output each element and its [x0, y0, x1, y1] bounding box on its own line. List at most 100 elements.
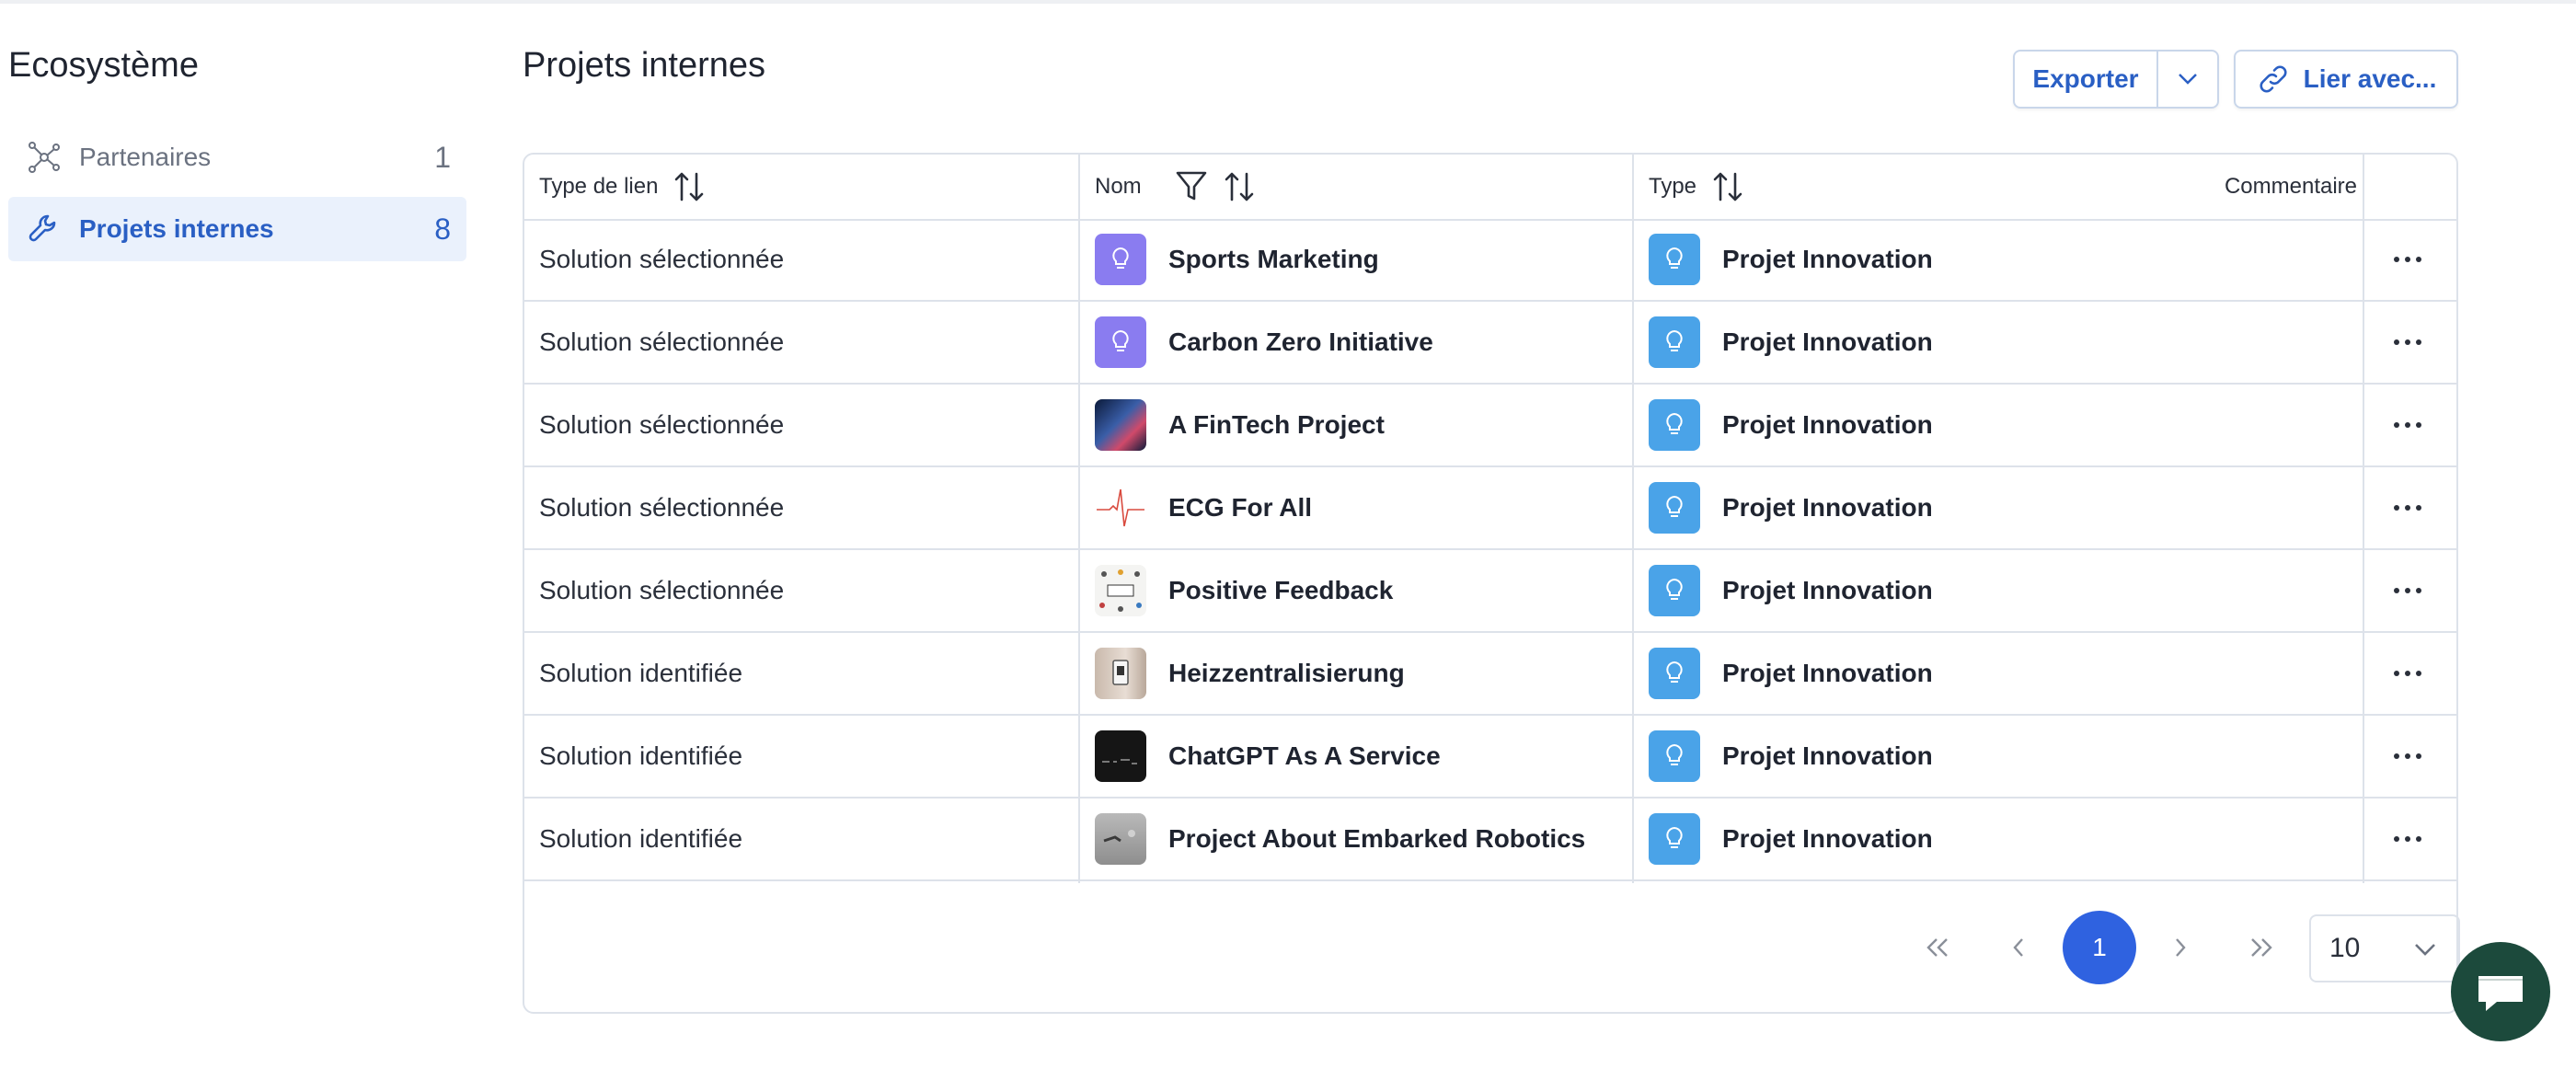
- type-cell: Projet Innovation: [1649, 219, 1933, 300]
- network-icon: [24, 137, 64, 178]
- chevron-down-icon: [2415, 944, 2435, 956]
- table-row[interactable]: Solution sélectionnée Sports Marketing P…: [524, 219, 2456, 302]
- project-type: Projet Innovation: [1722, 576, 1933, 604]
- thermostat-image: [1095, 648, 1146, 699]
- row-actions-menu[interactable]: [2375, 385, 2440, 465]
- type-cell: Projet Innovation: [1649, 467, 1933, 548]
- filter-icon[interactable]: [1175, 169, 1208, 204]
- table-header: Type de lien Nom Type Commentaire: [524, 155, 2456, 221]
- link-type-cell: Solution identifiée: [539, 659, 743, 687]
- row-actions-menu[interactable]: [2375, 550, 2440, 631]
- link-with-label: Lier avec...: [2303, 64, 2437, 93]
- lightbulb-icon: [1649, 648, 1700, 699]
- pagination: 1: [1901, 911, 2298, 984]
- project-name: Sports Marketing: [1168, 245, 1379, 273]
- name-cell[interactable]: Project About Embarked Robotics: [1095, 799, 1585, 879]
- project-type: Projet Innovation: [1722, 741, 1933, 770]
- first-page-button[interactable]: [1901, 911, 1974, 984]
- lightbulb-icon: [1649, 316, 1700, 368]
- row-actions-menu[interactable]: [2375, 302, 2440, 383]
- chevron-down-icon: [2179, 74, 2197, 85]
- lightbulb-icon: [1649, 399, 1700, 451]
- column-header-comment: Commentaire: [2199, 155, 2357, 219]
- project-name: ECG For All: [1168, 493, 1313, 522]
- name-cell[interactable]: A FinTech Project: [1095, 385, 1385, 465]
- link-type-cell: Solution sélectionnée: [539, 576, 785, 604]
- table-row[interactable]: Solution identifiée ChatGPT As A Service…: [524, 716, 2456, 799]
- dark-image: [1095, 730, 1146, 782]
- project-type: Projet Innovation: [1722, 410, 1933, 439]
- page-size-select[interactable]: 10: [2309, 914, 2460, 982]
- sort-icon[interactable]: [1223, 168, 1256, 205]
- row-actions-menu[interactable]: [2375, 467, 2440, 548]
- name-cell[interactable]: Sports Marketing: [1095, 219, 1379, 300]
- column-header-type: Type: [1649, 155, 1744, 219]
- double-chevron-right-icon: [2251, 938, 2272, 957]
- sidebar-item-label: Projets internes: [79, 214, 274, 243]
- link-icon: [2260, 65, 2287, 93]
- last-page-button[interactable]: [2225, 911, 2298, 984]
- type-cell: Projet Innovation: [1649, 302, 1933, 383]
- name-cell[interactable]: ChatGPT As A Service: [1095, 716, 1441, 797]
- chat-button[interactable]: [2451, 942, 2550, 1041]
- link-type-cell: Solution sélectionnée: [539, 327, 785, 356]
- column-header-name: Nom: [1095, 155, 1256, 219]
- lightbulb-icon: [1649, 234, 1700, 285]
- next-page-button[interactable]: [2144, 911, 2217, 984]
- project-name: Carbon Zero Initiative: [1168, 327, 1433, 356]
- name-cell[interactable]: Carbon Zero Initiative: [1095, 302, 1433, 383]
- project-type: Projet Innovation: [1722, 824, 1933, 853]
- link-type-cell: Solution sélectionnée: [539, 410, 785, 439]
- sidebar-item-count: 1: [434, 140, 451, 174]
- table-row[interactable]: Solution sélectionnée Carbon Zero Initia…: [524, 302, 2456, 385]
- sidebar-item-count: 8: [434, 212, 451, 246]
- name-cell[interactable]: Positive Feedback: [1095, 550, 1393, 631]
- project-thumbnail-image: [1095, 399, 1146, 451]
- page-title: Projets internes: [523, 46, 766, 85]
- export-button[interactable]: Exporter: [2015, 52, 2158, 107]
- row-actions-menu[interactable]: [2375, 219, 2440, 300]
- table-row[interactable]: Solution sélectionnée ECG For All Projet…: [524, 467, 2456, 550]
- projects-table: Type de lien Nom Type Commentaire Soluti…: [523, 153, 2460, 1014]
- project-name: A FinTech Project: [1168, 410, 1385, 439]
- chevron-right-icon: [2176, 938, 2186, 957]
- link-with-button[interactable]: Lier avec...: [2234, 50, 2458, 109]
- export-button-group: Exporter: [2013, 50, 2219, 109]
- previous-page-button[interactable]: [1982, 911, 2055, 984]
- lightbulb-icon: [1649, 565, 1700, 616]
- table-row[interactable]: Solution identifiée Project About Embark…: [524, 799, 2456, 881]
- robotics-image: [1095, 813, 1146, 865]
- sort-icon[interactable]: [673, 168, 706, 205]
- lightbulb-icon: [1649, 813, 1700, 865]
- row-actions-menu[interactable]: [2375, 633, 2440, 714]
- name-cell[interactable]: ECG For All: [1095, 467, 1312, 548]
- table-row[interactable]: Solution sélectionnée A FinTech Project …: [524, 385, 2456, 467]
- table-row[interactable]: Solution identifiée Heizzentralisierung …: [524, 633, 2456, 716]
- sort-icon[interactable]: [1711, 168, 1744, 205]
- project-type: Projet Innovation: [1722, 659, 1933, 687]
- column-label: Commentaire: [2224, 174, 2357, 199]
- double-chevron-left-icon: [1926, 938, 1948, 957]
- chat-icon: [2478, 976, 2523, 1011]
- sidebar-item-projets-internes[interactable]: Projets internes 8: [8, 197, 466, 261]
- ecg-image: [1095, 482, 1146, 534]
- project-type: Projet Innovation: [1722, 245, 1933, 273]
- column-label: Nom: [1095, 174, 1142, 199]
- lightbulb-icon: [1095, 316, 1146, 368]
- chevron-left-icon: [2013, 938, 2023, 957]
- project-name: ChatGPT As A Service: [1168, 741, 1441, 770]
- export-options-button[interactable]: [2158, 52, 2217, 107]
- lightbulb-icon: [1649, 730, 1700, 782]
- column-label: Type: [1649, 174, 1697, 199]
- wrench-icon: [24, 209, 64, 249]
- table-row[interactable]: Solution sélectionnée Positive Feedback …: [524, 550, 2456, 633]
- column-label: Type de lien: [539, 174, 659, 199]
- sidebar-item-label: Partenaires: [79, 143, 212, 171]
- page-1-button[interactable]: 1: [2063, 911, 2136, 984]
- project-name: Heizzentralisierung: [1168, 659, 1405, 687]
- name-cell[interactable]: Heizzentralisierung: [1095, 633, 1405, 714]
- type-cell: Projet Innovation: [1649, 385, 1933, 465]
- sidebar-item-partenaires[interactable]: Partenaires 1: [8, 125, 466, 190]
- row-actions-menu[interactable]: [2375, 716, 2440, 797]
- row-actions-menu[interactable]: [2375, 799, 2440, 879]
